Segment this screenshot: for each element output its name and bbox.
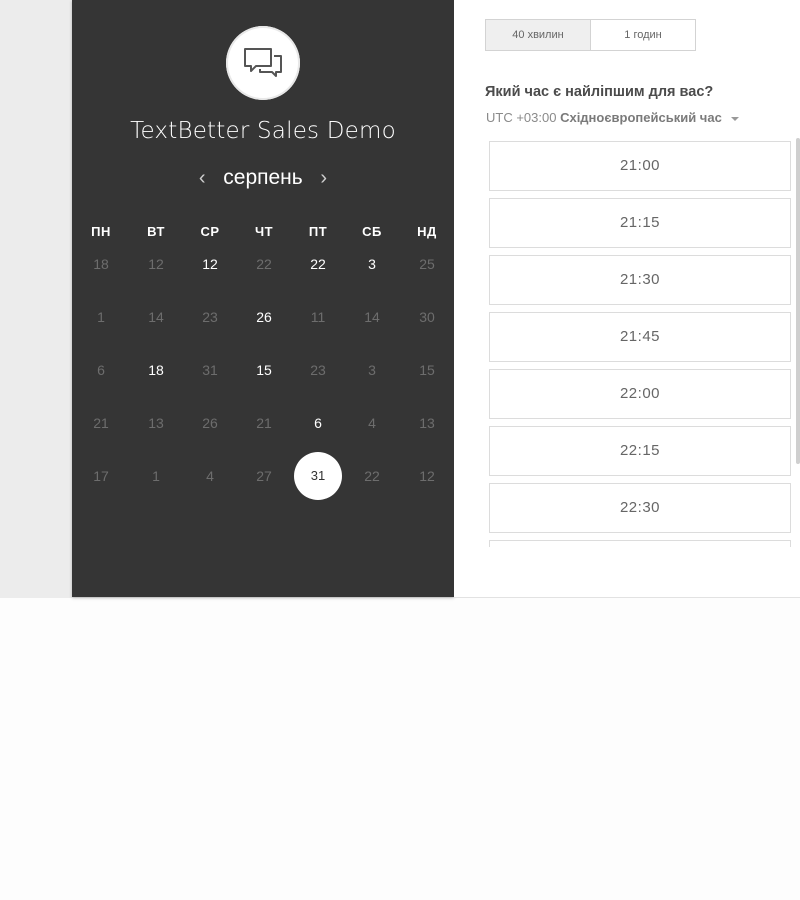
calendar-day[interactable]: 6 xyxy=(298,403,338,443)
time-question: Який час є найліпшим для вас? xyxy=(485,84,714,100)
weekday-label: ПН xyxy=(91,224,111,239)
calendar-day: 12 xyxy=(148,256,164,272)
time-selection-panel: 40 хвилин 1 годин Який час є найліпшим д… xyxy=(454,0,800,598)
next-month-icon[interactable]: › xyxy=(313,168,335,188)
calendar-day[interactable]: 15 xyxy=(244,350,284,390)
month-label: серпень xyxy=(223,166,303,189)
time-slot-button[interactable] xyxy=(489,540,791,547)
calendar-day[interactable]: 26 xyxy=(244,297,284,337)
calendar-day: 25 xyxy=(419,256,435,272)
calendar-day: 18 xyxy=(93,256,109,272)
weekday-label: ЧТ xyxy=(254,224,274,239)
calendar-day: 21 xyxy=(93,415,109,431)
calendar-day: 4 xyxy=(368,415,376,431)
calendar-day[interactable]: 12 xyxy=(190,244,230,284)
time-slot-button[interactable]: 21:00 xyxy=(489,141,791,191)
calendar-day[interactable]: 22 xyxy=(298,244,338,284)
brand-name: TextBetter Sales Demo xyxy=(130,118,396,144)
calendar-day[interactable]: 18 xyxy=(136,350,176,390)
month-navigation: ‹ серпень › xyxy=(72,164,454,192)
time-slot-button[interactable]: 21:15 xyxy=(489,198,791,248)
duration-option-1hour[interactable]: 1 годин xyxy=(591,20,695,50)
time-slot-button[interactable]: 21:30 xyxy=(489,255,791,305)
chat-bubbles-icon xyxy=(244,48,282,77)
calendar-day: 31 xyxy=(202,362,218,378)
calendar-day: 30 xyxy=(419,309,435,325)
calendar-day: 3 xyxy=(368,362,376,378)
calendar-day: 14 xyxy=(364,309,380,325)
weekday-label: СБ xyxy=(362,224,382,239)
scrollbar[interactable] xyxy=(796,138,800,464)
calendar-day: 27 xyxy=(256,468,272,484)
calendar-day: 13 xyxy=(148,415,164,431)
calendar-day: 15 xyxy=(419,362,435,378)
weekday-header: ПН ВТ СР ЧТ ПТ СБ НД xyxy=(72,224,454,242)
prev-month-icon[interactable]: ‹ xyxy=(191,168,213,188)
calendar-panel: TextBetter Sales Demo ‹ серпень › ПН ВТ СР… xyxy=(72,0,454,597)
duration-selector: 40 хвилин 1 годин xyxy=(485,19,696,51)
time-slot-button[interactable]: 22:15 xyxy=(489,426,791,476)
weekday-label: ПТ xyxy=(308,224,328,239)
calendar-day: 22 xyxy=(256,256,272,272)
calendar-day: 4 xyxy=(206,468,214,484)
calendar-day: 23 xyxy=(310,362,326,378)
weekday-label: НД xyxy=(417,224,437,239)
time-slot-button[interactable]: 22:00 xyxy=(489,369,791,419)
weekday-label: СР xyxy=(200,224,220,239)
calendar-day: 26 xyxy=(202,415,218,431)
calendar-day[interactable]: 3 xyxy=(352,244,392,284)
calendar-day: 14 xyxy=(148,309,164,325)
timezone-selector[interactable]: UTC +03:00 Східноєвропейський час xyxy=(486,110,740,125)
calendar-day: 13 xyxy=(419,415,435,431)
calendar-day-selected[interactable]: 31 xyxy=(294,452,342,500)
calendar-day: 11 xyxy=(310,309,326,325)
calendar-day: 1 xyxy=(152,468,160,484)
calendar-day: 21 xyxy=(256,415,272,431)
calendar-day: 17 xyxy=(93,468,109,484)
calendar-day: 6 xyxy=(97,362,105,378)
brand-logo xyxy=(226,26,300,100)
caret-down-icon xyxy=(731,116,740,121)
calendar-day: 1 xyxy=(97,309,105,325)
timezone-name: Східноєвропейський час xyxy=(560,110,722,125)
weekday-label: ВТ xyxy=(147,224,165,239)
timezone-offset: UTC +03:00 xyxy=(486,110,557,125)
calendar-day: 12 xyxy=(419,468,435,484)
time-slot-button[interactable]: 21:45 xyxy=(489,312,791,362)
calendar-day: 22 xyxy=(364,468,380,484)
calendar-day: 23 xyxy=(202,309,218,325)
time-slot-list: 21:00 21:15 21:30 21:45 22:00 22:15 22:30 xyxy=(489,141,791,547)
time-slot-button[interactable]: 22:30 xyxy=(489,483,791,533)
duration-option-40min[interactable]: 40 хвилин xyxy=(486,20,591,50)
